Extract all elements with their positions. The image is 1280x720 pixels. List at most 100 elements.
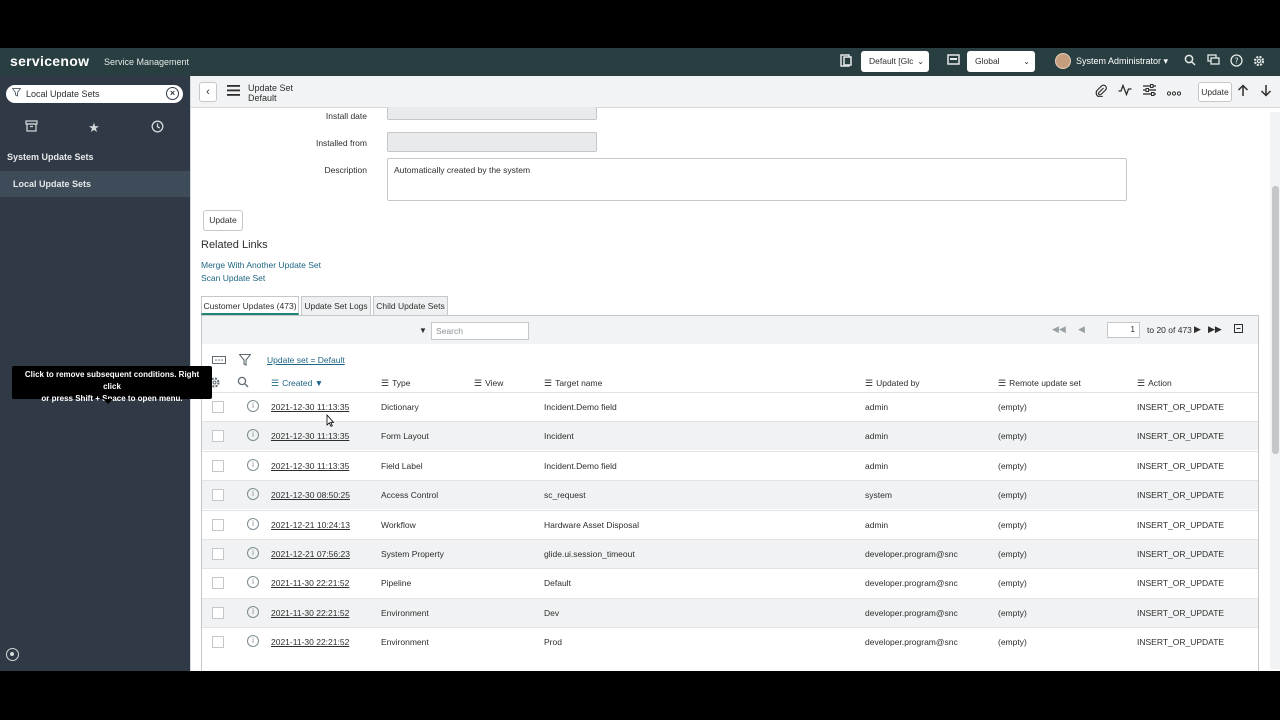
help-icon[interactable]: ? [1229,54,1243,68]
update-button[interactable]: Update [203,210,243,231]
created-cell[interactable]: 2021-11-30 22:21:52 [271,608,349,618]
row-checkbox[interactable] [212,489,224,502]
previous-page-icon[interactable]: ◀ [1078,324,1085,335]
preview-info-icon[interactable]: i [247,488,259,501]
application-scope-icon[interactable] [839,54,853,68]
preview-info-icon[interactable]: i [247,635,259,648]
created-cell[interactable]: 2021-12-30 08:50:25 [271,490,350,500]
column-menu-icon[interactable]: ☰ [474,378,482,389]
created-cell[interactable]: 2021-12-21 07:56:23 [271,549,350,559]
gear-icon[interactable] [1252,54,1266,68]
sidebar-item-system-update-sets[interactable]: System Update Sets [0,144,190,170]
description-textarea[interactable]: Automatically created by the system [387,158,1127,201]
column-menu-icon[interactable]: ☰ [544,378,552,389]
collapse-list-icon[interactable] [1234,324,1243,335]
preview-info-icon[interactable]: i [247,517,259,530]
header-update-button[interactable]: Update [1198,82,1232,102]
all-applications-icon[interactable] [23,120,39,136]
preview-info-icon[interactable]: i [247,547,259,559]
domain-icon[interactable] [946,54,960,68]
column-menu-icon[interactable]: ☰ [865,378,873,389]
row-checkbox[interactable] [212,636,224,649]
column-menu-icon[interactable]: ☰ [271,378,279,389]
preview-info-icon[interactable]: i [247,429,259,442]
previous-record-arrow-up-icon[interactable] [1235,84,1251,100]
column-search-icon[interactable] [237,376,249,390]
list-search-input[interactable]: Search [431,322,529,340]
favorites-star-icon[interactable]: ★ [86,120,102,136]
table-row[interactable]: i 2021-12-30 11:13:35 Dictionary Incident.D… [202,392,1258,421]
edit-favorites-icon[interactable] [6,648,19,661]
row-checkbox[interactable] [212,606,224,619]
tab-update-set-logs[interactable]: Update Set Logs [301,296,371,315]
navigator-filter-input[interactable]: Local Update Sets × [6,85,183,103]
created-cell[interactable]: 2021-11-30 22:21:52 [271,578,349,588]
next-record-arrow-down-icon[interactable] [1258,84,1274,100]
row-checkbox[interactable] [212,518,224,531]
breadcrumb[interactable]: Update set = Default [267,355,345,365]
preview-info-icon[interactable]: i [247,400,259,412]
servicenow-logo[interactable]: servicenow [10,53,89,69]
column-header-remote-update-set[interactable]: ☰ Remote update set [998,378,1081,389]
table-row[interactable]: i 2021-11-30 22:21:52 Pipeline Default devel… [202,568,1258,597]
first-page-icon[interactable]: ◀◀ [1052,324,1066,335]
domain-select[interactable]: Global ⌄ [967,51,1035,72]
show-filter-breadcrumb-icon[interactable] [212,356,226,368]
context-menu-icon[interactable] [227,84,240,99]
page-scrollbar[interactable] [1270,112,1280,669]
activity-stream-icon[interactable] [1117,83,1133,100]
row-checkbox[interactable] [212,401,224,413]
table-row[interactable]: i 2021-12-30 08:50:25 Access Control sc_req… [202,480,1258,510]
column-header-updated-by[interactable]: ☰ Updated by [865,378,920,389]
column-menu-icon[interactable]: ☰ [381,378,389,389]
merge-update-set-link[interactable]: Merge With Another Update Set [201,260,321,270]
column-menu-icon[interactable]: ☰ [1137,378,1145,389]
preview-info-icon[interactable]: i [247,605,259,618]
next-page-icon[interactable]: ▶ [1194,324,1201,335]
personalize-form-icon[interactable] [1141,84,1157,100]
sidebar-item-local-update-sets[interactable]: Local Update Sets [0,171,190,197]
column-header-created[interactable]: ☰ Created ▼ [271,378,323,389]
table-row[interactable]: i 2021-12-21 10:24:13 Workflow Hardware Ass… [202,509,1258,539]
tab-child-update-sets[interactable]: Child Update Sets [373,296,448,315]
row-checkbox[interactable] [212,430,224,443]
update-set-select[interactable]: Default [Glc ⌄ [861,51,929,72]
scrollbar-thumb[interactable] [1272,186,1279,454]
preview-info-icon[interactable]: i [247,458,259,471]
column-header-action[interactable]: ☰ Action [1137,378,1172,389]
clear-filter-icon[interactable]: × [166,87,179,100]
column-menu-icon[interactable]: ☰ [998,378,1006,389]
install-date-field [387,107,597,120]
table-row[interactable]: i 2021-12-21 07:56:23 System Property glide… [202,539,1258,568]
created-cell[interactable]: 2021-12-30 11:13:35 [271,402,349,412]
preview-info-icon[interactable]: i [247,576,259,589]
column-header-type[interactable]: ☰ Type [381,378,411,389]
scan-update-set-link[interactable]: Scan Update Set [201,273,265,283]
connect-chat-icon[interactable] [1206,54,1220,68]
row-checkbox[interactable] [212,577,224,590]
user-menu[interactable]: System Administrator ▾ [1076,56,1168,67]
row-checkbox[interactable] [212,548,224,560]
column-header-target-name[interactable]: ☰ Target name [544,378,602,389]
created-cell[interactable]: 2021-12-30 11:13:35 [271,461,349,471]
table-row[interactable]: i 2021-11-30 22:21:52 Environment Dev develo… [202,597,1258,627]
created-cell[interactable]: 2021-12-21 10:24:13 [271,520,350,530]
avatar[interactable] [1055,53,1071,69]
history-clock-icon[interactable] [149,120,165,136]
back-button[interactable]: ‹ [199,82,217,102]
filter-funnel-icon[interactable] [238,353,252,368]
column-header-view[interactable]: ☰ View [474,378,503,389]
created-cell[interactable]: 2021-11-30 22:21:52 [271,637,349,647]
search-icon[interactable] [1183,54,1197,68]
search-field-select-chevron-icon[interactable]: ▼ [419,326,427,335]
more-options-icon[interactable] [1166,84,1182,100]
page-number-input[interactable]: 1 [1107,322,1140,338]
table-row[interactable]: i 2021-12-30 11:13:35 Field Label Incident.… [202,450,1258,480]
table-row[interactable]: i 2021-11-30 22:21:52 Environment Prod devel… [202,627,1258,656]
created-cell[interactable]: 2021-12-30 11:13:35 [271,431,349,441]
attachment-paperclip-icon[interactable] [1093,84,1109,100]
row-checkbox[interactable] [212,459,224,472]
tab-customer-updates[interactable]: Customer Updates (473) [201,296,299,315]
last-page-icon[interactable]: ▶▶ [1208,324,1222,335]
table-row[interactable]: i 2021-12-30 11:13:35 Form Layout Incident a… [202,421,1258,451]
